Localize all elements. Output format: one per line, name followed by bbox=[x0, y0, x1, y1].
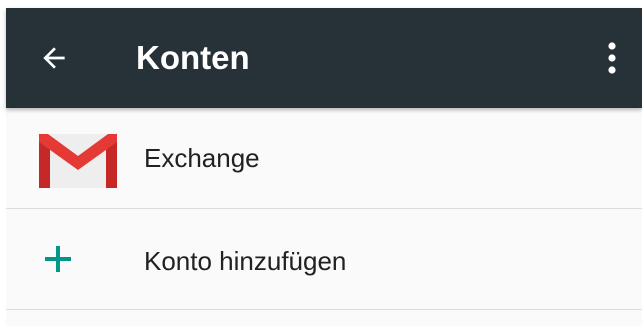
add-account-label: Konto hinzufügen bbox=[144, 246, 347, 276]
add-account-item[interactable]: Konto hinzufügen bbox=[6, 209, 642, 310]
accounts-screen: Konten Exchange Konto hinzufügen bbox=[0, 0, 642, 326]
gmail-icon bbox=[38, 133, 118, 188]
overflow-menu-button[interactable] bbox=[592, 38, 632, 78]
arrow-back-icon bbox=[43, 47, 65, 69]
account-label: Exchange bbox=[144, 143, 260, 173]
more-vert-icon bbox=[608, 42, 616, 74]
app-bar: Konten bbox=[6, 8, 642, 108]
account-item-exchange[interactable]: Exchange bbox=[6, 108, 642, 209]
back-button[interactable] bbox=[34, 38, 74, 78]
accounts-list: Exchange Konto hinzufügen bbox=[6, 108, 642, 326]
plus-icon bbox=[45, 246, 71, 272]
page-title: Konten bbox=[136, 39, 250, 76]
